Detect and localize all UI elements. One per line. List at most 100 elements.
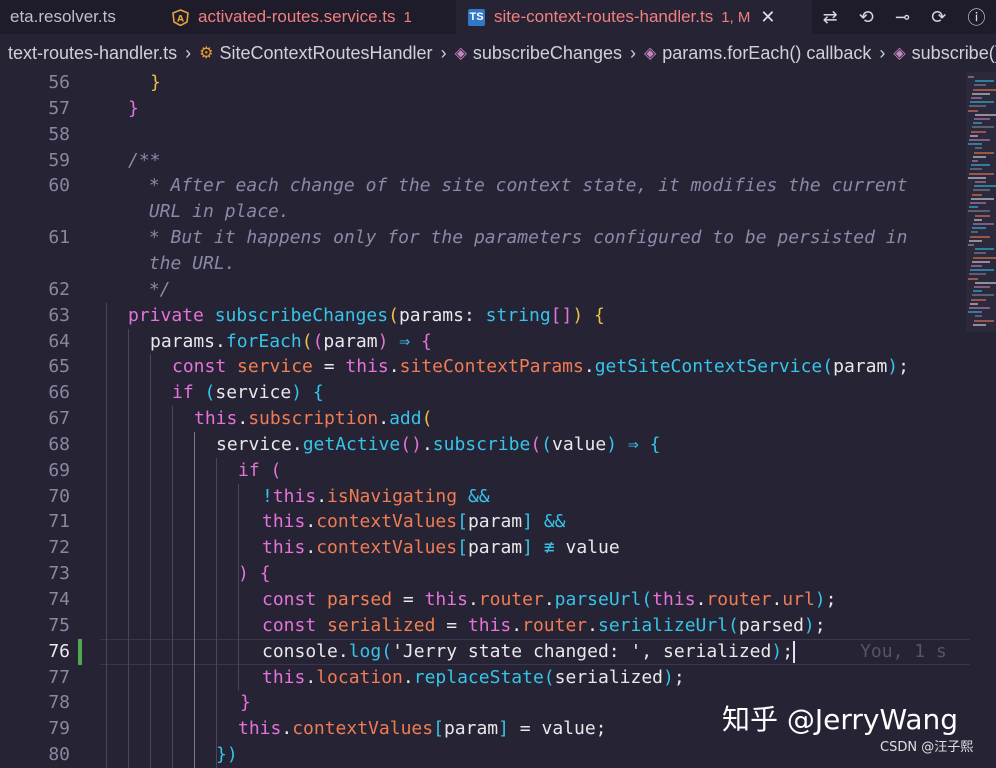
method-icon: ◈ — [893, 43, 905, 63]
minimap-line — [973, 189, 990, 191]
minimap-line — [970, 269, 994, 271]
code-line[interactable]: 74const parsed = this.router.parseUrl(th… — [0, 587, 970, 613]
code-text: */ — [138, 277, 171, 303]
line-number: 75 — [0, 613, 70, 639]
code-line[interactable]: 66if (service) { — [0, 380, 970, 406]
code-token: . — [584, 356, 595, 377]
code-token: ( — [271, 460, 282, 481]
line-number: 59 — [0, 148, 70, 174]
minimap-line — [972, 93, 990, 95]
breadcrumb-subscribe[interactable]: ◈ subscribe() — [893, 43, 996, 64]
tab-site-context-routes-handler[interactable]: TS site-context-routes-handler.ts 1, M ✕ — [456, 0, 824, 34]
go-forward-icon[interactable]: ⟳ — [931, 7, 946, 28]
commit-icon[interactable]: ⊸ — [895, 7, 910, 28]
code-line[interactable]: 64params.forEach((param) ⇒ { — [0, 329, 970, 355]
code-line[interactable]: 56} — [0, 70, 970, 96]
minimap-line — [974, 219, 982, 221]
code-line[interactable]: 62 */ — [0, 277, 970, 303]
breadcrumb-method[interactable]: ◈ subscribeChanges — [455, 43, 622, 64]
code-line[interactable]: URL in place. — [0, 199, 970, 225]
source-control-icon[interactable]: ⇄ — [823, 7, 838, 28]
code-text: const service = this.siteContextParams.g… — [172, 354, 909, 380]
code-token: . — [771, 589, 782, 610]
tab-label: site-context-routes-handler.ts — [494, 7, 713, 27]
code-token: . — [544, 589, 555, 610]
code-line[interactable]: 80}) — [0, 742, 970, 768]
minimap-line — [970, 202, 986, 204]
minimap-line — [971, 198, 994, 200]
breadcrumb-callback[interactable]: ◈ params.forEach() callback — [644, 43, 871, 64]
code-token: ) — [804, 615, 815, 636]
code-line[interactable]: 57} — [0, 96, 970, 122]
tab-eta-resolver[interactable]: eta.resolver.ts — [0, 0, 170, 34]
minimap-line — [974, 185, 996, 187]
code-line[interactable]: 65const service = this.siteContextParams… — [0, 354, 970, 380]
code-token: ! — [262, 486, 273, 507]
tab-activated-routes-service[interactable]: A activated-routes.service.ts 1 — [160, 0, 468, 34]
code-line[interactable]: 73) { — [0, 561, 970, 587]
minimap-line — [974, 252, 986, 254]
minimap-line — [972, 126, 994, 128]
code-line[interactable]: 77this.location.replaceState(serialized)… — [0, 665, 970, 691]
code-token: ⇒ — [628, 434, 639, 455]
minimap-line — [969, 307, 990, 309]
code-token: router — [522, 615, 587, 636]
code-editor[interactable]: 56}57}5859 /**60 * After each change of t… — [0, 72, 996, 762]
code-line[interactable]: 67this.subscription.add( — [0, 406, 970, 432]
code-token: ( — [541, 434, 552, 455]
code-line[interactable]: the URL. — [0, 251, 970, 277]
close-icon[interactable]: ✕ — [760, 7, 775, 28]
line-number: 57 — [0, 96, 70, 122]
code-line[interactable]: 63private subscribeChanges(params: strin… — [0, 303, 970, 329]
code-line[interactable]: 59 /** — [0, 148, 970, 174]
code-text: the URL. — [138, 251, 236, 277]
code-line[interactable]: 69if ( — [0, 458, 970, 484]
code-text: /** — [128, 148, 161, 174]
line-number: 74 — [0, 587, 70, 613]
minimap-line — [968, 244, 974, 246]
minimap-line — [970, 303, 978, 305]
code-token: { — [594, 305, 605, 326]
code-token: URL in place. — [138, 201, 290, 222]
code-line[interactable]: 61 * But it happens only for the paramet… — [0, 225, 970, 251]
line-number: 80 — [0, 742, 70, 768]
code-line[interactable]: 76console.log('Jerry state changed: ', s… — [0, 639, 970, 665]
code-token: this — [425, 589, 468, 610]
breadcrumb-file[interactable]: text-routes-handler.ts — [8, 43, 177, 64]
code-line[interactable]: 71this.contextValues[param] && — [0, 509, 970, 535]
code-token: . — [587, 615, 598, 636]
minimap-line — [968, 210, 990, 212]
code-token: string — [486, 305, 551, 326]
code-line[interactable]: 58 — [0, 122, 970, 148]
code-token: contextValues — [316, 537, 457, 558]
code-text: console.log('Jerry state changed: ', ser… — [262, 639, 947, 665]
minimap-line — [970, 101, 994, 103]
breadcrumb-class[interactable]: ⚙ SiteContextRoutesHandler — [199, 43, 432, 64]
go-back-icon[interactable]: ⟲ — [859, 7, 874, 28]
code-token: ( — [313, 331, 324, 352]
code-line[interactable]: 75const serialized = this.router.seriali… — [0, 613, 970, 639]
code-line[interactable]: 72this.contextValues[param] ≢ value — [0, 535, 970, 561]
code-token: router — [479, 589, 544, 610]
minimap[interactable] — [966, 72, 996, 332]
minimap-line — [968, 143, 982, 145]
typescript-icon: TS — [468, 9, 485, 26]
code-token: ) — [238, 563, 249, 584]
code-line[interactable]: 68service.getActive().subscribe((value) … — [0, 432, 970, 458]
code-token — [457, 486, 468, 507]
minimap-line — [973, 223, 994, 225]
code-line[interactable]: 60 * After each change of the site conte… — [0, 173, 970, 199]
minimap-line — [972, 294, 994, 296]
chevron-right-icon: › — [185, 43, 191, 64]
git-graph-icon[interactable]: ⓘ — [967, 4, 985, 30]
code-token: ; — [815, 615, 826, 636]
minimap-line — [975, 282, 996, 284]
code-token — [410, 331, 421, 352]
code-token: private — [128, 305, 215, 326]
code-token: ) — [572, 305, 583, 326]
code-line[interactable]: 70!this.isNavigating && — [0, 484, 970, 510]
minimap-line — [975, 147, 982, 149]
code-token: ( — [530, 434, 541, 455]
code-token: ( — [728, 615, 739, 636]
indent-guide — [150, 354, 151, 768]
